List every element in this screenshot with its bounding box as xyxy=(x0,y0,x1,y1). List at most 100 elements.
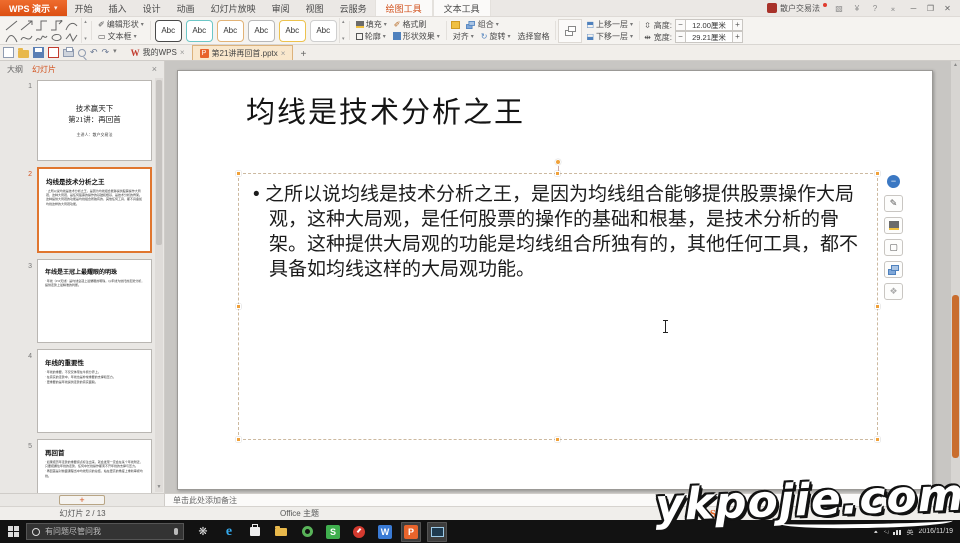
format-painter-button[interactable]: ✐ 格式刷 xyxy=(392,19,429,30)
line-shape-icon[interactable] xyxy=(5,20,18,31)
shape-style-preset-1[interactable]: Abc xyxy=(155,20,182,42)
outline-color-button[interactable]: ▢ xyxy=(884,239,903,256)
resize-handle-bottom-center[interactable] xyxy=(555,437,560,442)
close-panel-icon[interactable]: × xyxy=(152,64,157,74)
network-icon[interactable] xyxy=(893,528,901,535)
taskbar-app-wps-writer[interactable]: W xyxy=(375,522,395,542)
help-icon[interactable]: ? xyxy=(869,4,881,13)
cortana-search-box[interactable]: 有问题尽管问我 xyxy=(26,523,184,540)
new-document-icon[interactable] xyxy=(3,47,14,58)
taskbar-app-gauge[interactable] xyxy=(349,522,369,542)
elbow-arrow-connector-icon[interactable] xyxy=(50,20,63,31)
theme-skin-icon[interactable]: ▧ xyxy=(833,4,845,13)
tab-slideshow[interactable]: 幻灯片放映 xyxy=(203,2,264,15)
undo-icon[interactable]: ↶ xyxy=(90,45,98,59)
slide-body-text[interactable]: 之所以说均线是技术分析之王，是因为均线组合能够提供股票操作大局观，这种大局观，是… xyxy=(239,174,877,282)
arc-shape-icon[interactable] xyxy=(5,32,18,43)
tab-cloud[interactable]: 云服务 xyxy=(332,2,375,15)
rotate-handle[interactable] xyxy=(555,159,561,165)
freeform-shape-icon[interactable] xyxy=(50,32,63,43)
tab-insert[interactable]: 插入 xyxy=(101,2,135,15)
group-button[interactable]: 组合 ▾ xyxy=(463,19,501,30)
hidden-icons-chevron[interactable]: ▲ xyxy=(873,529,879,535)
curved-connector-icon[interactable] xyxy=(65,20,78,31)
scribble-shape-icon[interactable] xyxy=(35,32,48,43)
start-button[interactable] xyxy=(0,520,26,543)
height-increase-button[interactable]: + xyxy=(732,19,743,31)
doc-tab-my-wps[interactable]: W 我的WPS × xyxy=(124,45,192,60)
taskbar-app-wps-presentation[interactable]: P xyxy=(401,522,421,542)
account-chip[interactable]: 散户交易法 xyxy=(767,3,827,14)
taskbar-app-green-s[interactable]: S xyxy=(323,522,343,542)
resize-handle-bottom-right[interactable] xyxy=(875,437,880,442)
hide-toolbar-button[interactable]: − xyxy=(884,173,903,190)
tab-review[interactable]: 审阅 xyxy=(264,2,298,15)
selected-text-box[interactable]: 之所以说均线是技术分析之王，是因为均线组合能够提供股票操作大局观，这种大局观，是… xyxy=(238,173,878,440)
vip-icon[interactable]: ¥ xyxy=(851,4,863,13)
redo-icon[interactable]: ↷ xyxy=(102,45,110,59)
shape-style-preset-5[interactable]: Abc xyxy=(279,20,306,42)
style-down-icon[interactable]: ▾ xyxy=(340,36,347,42)
taskbar-app-green-ring[interactable] xyxy=(297,522,317,542)
taskbar-app-store[interactable] xyxy=(245,522,265,542)
doc-tab-current-presentation[interactable]: P 第21讲再回首.pptx × xyxy=(192,45,294,60)
arrow-shape-icon[interactable] xyxy=(20,20,33,31)
resize-handle-top-center[interactable] xyxy=(555,171,560,176)
send-backward-button[interactable]: ⬓ 下移一层 ▾ xyxy=(584,31,635,42)
print-preview-icon[interactable] xyxy=(78,49,86,57)
resize-handle-top-left[interactable] xyxy=(236,171,241,176)
effects-button[interactable]: ❖ xyxy=(884,283,903,300)
height-decrease-button[interactable]: − xyxy=(675,19,686,31)
export-pdf-icon[interactable] xyxy=(48,47,59,58)
new-tab-button[interactable]: + xyxy=(293,49,313,60)
tab-text-tools[interactable]: 文本工具 xyxy=(433,0,491,16)
slide-panel-scrollbar-thumb[interactable] xyxy=(156,80,162,245)
tab-animation[interactable]: 动画 xyxy=(169,2,203,15)
slide-panel-scrollbar[interactable] xyxy=(155,78,163,482)
slide-thumbnail-1[interactable]: 技术赢天下 第21讲：再回首 主讲人：散户交易法 xyxy=(37,80,152,161)
wps-app-menu[interactable]: WPS 演示 ▾ xyxy=(0,0,67,16)
close-tab-icon[interactable]: × xyxy=(180,48,185,57)
canvas-scrollbar[interactable]: ▲ ▼ xyxy=(951,61,960,493)
clock-date[interactable]: 2016/11/19 xyxy=(918,528,953,535)
scroll-up-icon[interactable]: ▲ xyxy=(951,62,960,68)
close-button[interactable]: ✕ xyxy=(939,4,956,13)
slide-thumbnail-2-selected[interactable]: 均线是技术分析之王 之所以说均线是技术分析之王，是因为均线组合能够提供股票操作大… xyxy=(37,167,152,253)
height-value[interactable]: 12.00厘米 xyxy=(686,19,732,31)
style-up-icon[interactable]: ▴ xyxy=(340,19,347,25)
gallery-up-icon[interactable]: ▴ xyxy=(82,19,89,25)
object-properties-button[interactable]: ✎ xyxy=(884,195,903,212)
close-tab-icon[interactable]: × xyxy=(281,49,286,58)
save-icon[interactable] xyxy=(33,47,44,58)
elbow-connector-icon[interactable] xyxy=(35,20,48,31)
zigzag-shape-icon[interactable] xyxy=(65,32,78,43)
tab-home[interactable]: 开始 xyxy=(67,2,101,15)
outline-button[interactable]: 轮廓 ▾ xyxy=(354,31,388,42)
panel-tab-outline[interactable]: 大纲 xyxy=(7,64,23,75)
align-button[interactable]: 对齐 ▾ xyxy=(451,31,476,42)
resize-handle-middle-left[interactable] xyxy=(236,304,241,309)
shape-style-preset-4[interactable]: Abc xyxy=(248,20,275,42)
fill-button[interactable]: 填充 ▾ xyxy=(354,19,389,30)
slide-thumbnail-3[interactable]: 年线是王冠上最耀眼的明珠 年线（250天线）是均线皇冠上最耀眼的明珠，以年线为依… xyxy=(37,259,152,343)
selection-pane-button[interactable]: 选择窗格 xyxy=(515,31,551,42)
minimize-button[interactable]: ─ xyxy=(905,4,922,13)
width-value[interactable]: 29.21厘米 xyxy=(686,31,732,43)
taskbar-app-explorer[interactable] xyxy=(271,522,291,542)
taskbar-app-edge[interactable]: e xyxy=(219,522,239,542)
curve-shape-icon[interactable] xyxy=(20,32,33,43)
layers-button[interactable] xyxy=(884,261,903,278)
fill-color-button[interactable] xyxy=(884,217,903,234)
restore-button[interactable]: ❐ xyxy=(922,4,939,13)
shape-style-preset-2[interactable]: Abc xyxy=(186,20,213,42)
slide-thumbnail-5[interactable]: 再回首 如果把历年走势的重要拐点标注出来，就会发现一定会在某个年线附近，只要把握… xyxy=(37,439,152,493)
rotate-button[interactable]: ↻ 旋转 ▾ xyxy=(479,31,513,42)
resize-handle-middle-right[interactable] xyxy=(875,304,880,309)
tab-view[interactable]: 视图 xyxy=(298,2,332,15)
add-slide-button[interactable]: + xyxy=(59,495,105,505)
shape-style-preset-6[interactable]: Abc xyxy=(310,20,337,42)
taskbar-app-slideshow-window[interactable] xyxy=(427,522,447,542)
text-box-button[interactable]: ▭ 文本框 ▾ xyxy=(96,31,146,42)
shape-effects-button[interactable]: 形状效果 ▾ xyxy=(391,31,442,42)
microphone-icon[interactable] xyxy=(174,528,178,535)
